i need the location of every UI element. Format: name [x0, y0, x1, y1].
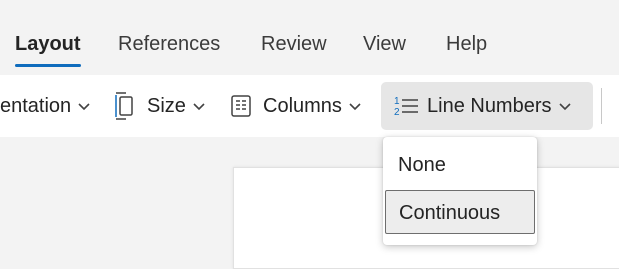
toolbar-divider [601, 88, 602, 124]
chevron-down-icon [558, 99, 572, 113]
tab-layout[interactable]: Layout [15, 31, 81, 57]
chevron-down-icon [77, 99, 91, 113]
active-tab-indicator [15, 64, 81, 67]
svg-text:1: 1 [394, 96, 400, 107]
tab-references[interactable]: References [118, 31, 220, 57]
orientation-label: entation [0, 94, 72, 117]
chevron-down-icon [192, 99, 206, 113]
line-numbers-label: Line Numbers [427, 94, 552, 117]
columns-label: Columns [263, 94, 342, 117]
ribbon-tab-bar: Layout References Review View Help [0, 0, 619, 75]
chevron-down-icon [348, 99, 362, 113]
ribbon-toolbar: entation Size Columns 1 2 Line Numbers [0, 75, 619, 137]
menu-item-continuous[interactable]: Continuous [385, 190, 535, 234]
size-label: Size [147, 94, 186, 117]
svg-text:2: 2 [394, 107, 400, 118]
page-size-icon [113, 91, 137, 121]
line-numbers-menu: None Continuous [383, 137, 537, 245]
line-numbers-button[interactable]: 1 2 Line Numbers [381, 82, 593, 130]
menu-item-none[interactable]: None [383, 143, 537, 187]
tab-view[interactable]: View [363, 31, 406, 57]
columns-icon [230, 94, 252, 118]
size-button[interactable]: Size [113, 82, 206, 130]
tab-review[interactable]: Review [261, 31, 327, 57]
orientation-button[interactable]: entation [0, 82, 91, 130]
line-numbers-icon: 1 2 [393, 94, 419, 118]
columns-button[interactable]: Columns [230, 82, 362, 130]
tab-help[interactable]: Help [446, 31, 487, 57]
